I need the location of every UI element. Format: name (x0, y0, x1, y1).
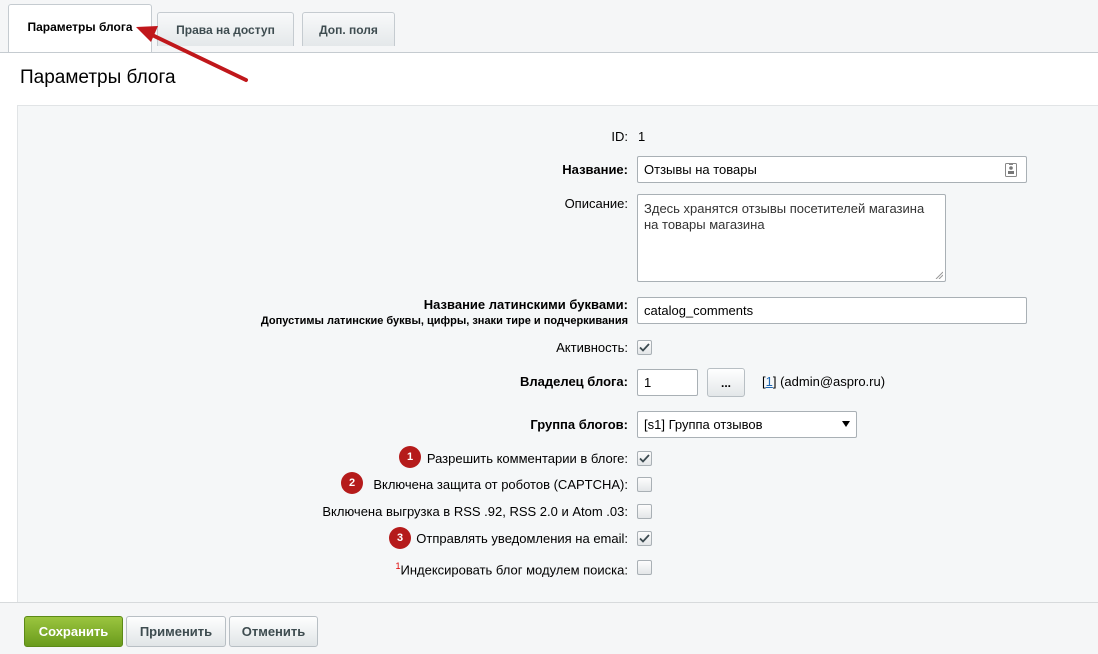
checkmark-icon (639, 534, 650, 543)
captcha-checkbox[interactable] (637, 477, 652, 492)
name-input-value: Отзывы на товары (644, 162, 757, 177)
search-index-label-text: Индексировать блог модулем поиска: (400, 562, 628, 578)
group-label: Группа блогов: (530, 417, 628, 432)
checkmark-icon (639, 454, 650, 463)
chevron-down-icon (842, 421, 850, 427)
comments-checkbox[interactable] (637, 451, 652, 466)
option-label-rss: Включена выгрузка в RSS .92, RSS 2.0 и A… (322, 504, 628, 519)
option-label-email: Отправлять уведомления на email: (416, 531, 628, 546)
group-select-value: [s1] Группа отзывов (644, 417, 763, 432)
rss-checkbox[interactable] (637, 504, 652, 519)
description-value: Здесь хранятся отзывы посетителей магази… (644, 201, 925, 232)
owner-link[interactable]: 1 (766, 374, 773, 389)
save-button[interactable]: Сохранить (24, 616, 123, 647)
tab-access-rights[interactable]: Права на доступ (157, 12, 294, 46)
tab-extra-fields[interactable]: Доп. поля (302, 12, 395, 46)
settings-panel: Параметры блога (0, 53, 1098, 603)
contact-card-icon[interactable] (1005, 163, 1017, 180)
description-label: Описание: (564, 196, 628, 211)
owner-label: Владелец блога: (520, 374, 628, 389)
latin-name-input[interactable]: catalog_comments (637, 297, 1027, 324)
resize-handle-icon[interactable] (935, 271, 943, 279)
step-badge-2: 2 (341, 472, 363, 494)
select-owner-button[interactable]: ... (707, 368, 745, 397)
owner-info: [1] (admin@aspro.ru) (762, 374, 886, 389)
checkmark-icon (639, 343, 650, 352)
owner-input[interactable]: 1 (637, 369, 698, 396)
id-value: 1 (638, 129, 646, 144)
panel-title: Параметры блога (20, 67, 176, 88)
tab-bar: Параметры блога Права на доступ Доп. пол… (0, 0, 1098, 54)
latin-name-label: Название латинскими буквами: (423, 297, 628, 312)
cancel-button[interactable]: Отменить (229, 616, 318, 647)
active-checkbox[interactable] (637, 340, 652, 355)
description-textarea[interactable]: Здесь хранятся отзывы посетителей магази… (637, 194, 946, 282)
step-badge-1: 1 (399, 446, 421, 468)
active-label: Активность: (556, 340, 628, 355)
search-index-checkbox[interactable] (637, 560, 652, 575)
tab-blog-parameters[interactable]: Параметры блога (8, 4, 152, 53)
option-label-search-index: 1Индексировать блог модулем поиска: (395, 561, 628, 577)
option-label-captcha: Включена защита от роботов (CAPTCHA): (373, 477, 628, 492)
latin-name-hint: Допустимы латинские буквы, цифры, знаки … (260, 315, 628, 327)
owner-value: 1 (644, 375, 652, 390)
owner-email: (admin@aspro.ru) (780, 374, 886, 389)
latin-name-value: catalog_comments (644, 303, 754, 318)
email-checkbox[interactable] (637, 531, 652, 546)
id-label: ID: (611, 129, 628, 144)
option-label-comments: Разрешить комментарии в блоге: (426, 451, 628, 466)
step-badge-3: 3 (389, 527, 411, 549)
name-input[interactable]: Отзывы на товары (637, 156, 1027, 183)
name-label: Название: (562, 162, 628, 177)
apply-button[interactable]: Применить (126, 616, 226, 647)
group-select[interactable]: [s1] Группа отзывов (637, 411, 857, 438)
